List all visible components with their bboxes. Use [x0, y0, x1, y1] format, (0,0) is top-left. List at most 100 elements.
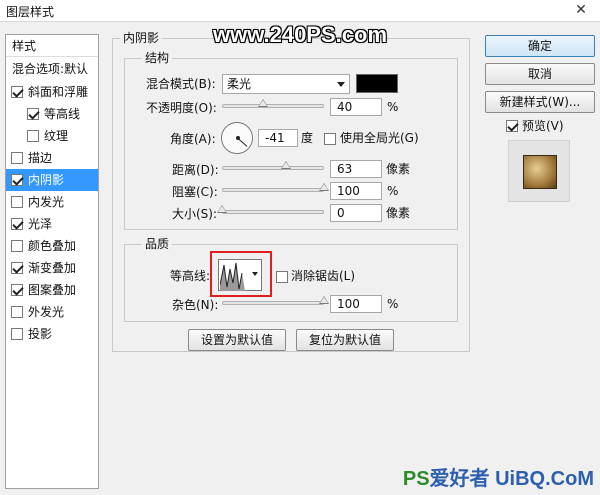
contour-checkbox[interactable]: [27, 108, 39, 120]
distance-field[interactable]: 63: [330, 160, 382, 178]
stroke-checkbox[interactable]: [11, 152, 23, 164]
contour-label: 等高线:: [170, 269, 211, 283]
watermark-ps: PS: [402, 468, 430, 490]
sidebar-item-color-overlay[interactable]: 颜色叠加: [6, 235, 98, 257]
sidebar-item-label: 纹理: [44, 129, 69, 143]
choke-label: 阻塞(C):: [172, 185, 218, 199]
sidebar-item-label: 颜色叠加: [28, 239, 77, 253]
choke-slider-thumb[interactable]: [319, 183, 329, 191]
blend-mode-label: 混合模式(B):: [146, 77, 216, 91]
satin-checkbox[interactable]: [11, 218, 23, 230]
antialias-checkbox[interactable]: [276, 271, 288, 283]
sidebar-item-inner-shadow[interactable]: 内阴影: [6, 169, 98, 191]
bevel-emboss-checkbox[interactable]: [11, 86, 23, 98]
sidebar-item-inner-glow[interactable]: 内发光: [6, 191, 98, 213]
sidebar-item-label: 斜面和浮雕: [28, 85, 89, 99]
sidebar-item-label: 内发光: [28, 195, 65, 209]
opacity-field[interactable]: 40: [330, 98, 382, 116]
noise-field[interactable]: 100: [330, 295, 382, 313]
contour-picker[interactable]: [218, 259, 262, 291]
pattern-overlay-checkbox[interactable]: [11, 284, 23, 296]
blend-mode-value: 柔光: [227, 77, 252, 91]
chevron-down-icon: [337, 82, 345, 87]
sidebar-item-label: 图案叠加: [28, 283, 77, 297]
style-list-header: 样式: [6, 35, 98, 57]
style-list: 样式 混合选项:默认 斜面和浮雕 等高线 纹理 描边 内阴影 内发光 光泽 颜色…: [5, 34, 99, 489]
reset-default-button[interactable]: 复位为默认值: [296, 329, 394, 351]
sidebar-item-outer-glow[interactable]: 外发光: [6, 301, 98, 323]
color-overlay-checkbox[interactable]: [11, 240, 23, 252]
opacity-unit: %: [387, 100, 399, 114]
noise-label: 杂色(N):: [172, 298, 219, 312]
sidebar-item-label: 描边: [28, 151, 53, 165]
sidebar-item-label: 投影: [28, 327, 53, 341]
noise-slider-track[interactable]: [222, 301, 324, 305]
sidebar-item-gradient-overlay[interactable]: 渐变叠加: [6, 257, 98, 279]
global-light-checkbox[interactable]: [324, 133, 336, 145]
size-unit: 像素: [386, 206, 411, 220]
angle-dial[interactable]: [221, 122, 253, 154]
title-bar: 图层样式 ✕: [0, 0, 600, 22]
size-slider-track[interactable]: [222, 210, 324, 214]
sidebar-item-bevel-emboss[interactable]: 斜面和浮雕: [6, 81, 98, 103]
inner-glow-checkbox[interactable]: [11, 196, 23, 208]
sidebar-item-contour[interactable]: 等高线: [6, 103, 98, 125]
preview-thumbnail: [523, 155, 557, 189]
sidebar-item-drop-shadow[interactable]: 投影: [6, 323, 98, 345]
sidebar-item-satin[interactable]: 光泽: [6, 213, 98, 235]
angle-unit: 度: [301, 131, 314, 145]
chevron-down-icon: [252, 272, 258, 276]
preview-label: 预览(V): [522, 119, 564, 133]
contour-curve-icon: [220, 262, 245, 291]
cancel-button[interactable]: 取消: [485, 63, 595, 85]
style-preview: [508, 140, 570, 202]
ok-button[interactable]: 确定: [485, 35, 595, 57]
size-field[interactable]: 0: [330, 204, 382, 222]
angle-field[interactable]: -41: [258, 129, 298, 147]
blend-options-item[interactable]: 混合选项:默认: [6, 58, 98, 80]
distance-slider-track[interactable]: [222, 166, 324, 170]
watermark-bottom: PS爱好者 UiBQ.CoM: [403, 462, 594, 491]
size-label: 大小(S):: [172, 207, 218, 221]
watermark-brand: UiBQ.CoM: [495, 468, 594, 490]
inner-shadow-checkbox[interactable]: [11, 174, 23, 186]
antialias-label: 消除锯齿(L): [291, 269, 356, 283]
opacity-label: 不透明度(O):: [146, 101, 217, 115]
sidebar-item-stroke[interactable]: 描边: [6, 147, 98, 169]
noise-unit: %: [387, 297, 399, 311]
opacity-slider-track[interactable]: [222, 104, 324, 108]
shadow-color-swatch[interactable]: [356, 74, 398, 93]
noise-slider-thumb[interactable]: [319, 296, 329, 304]
sidebar-item-label: 光泽: [28, 217, 53, 231]
preview-checkbox[interactable]: [506, 120, 518, 132]
set-default-button[interactable]: 设置为默认值: [188, 329, 286, 351]
sidebar-item-label: 等高线: [44, 107, 81, 121]
sidebar-item-label: 内阴影: [28, 173, 65, 187]
quality-title: 品质: [142, 237, 173, 251]
distance-unit: 像素: [386, 162, 411, 176]
texture-checkbox[interactable]: [27, 130, 39, 142]
drop-shadow-checkbox[interactable]: [11, 328, 23, 340]
sidebar-item-label: 渐变叠加: [28, 261, 77, 275]
sidebar-item-pattern-overlay[interactable]: 图案叠加: [6, 279, 98, 301]
sidebar-item-label: 外发光: [28, 305, 65, 319]
sidebar-item-texture[interactable]: 纹理: [6, 125, 98, 147]
distance-label: 距离(D):: [172, 163, 219, 177]
distance-slider-thumb[interactable]: [281, 161, 292, 169]
opacity-slider-thumb[interactable]: [257, 99, 268, 107]
watermark-rest: 爱好者: [429, 468, 490, 490]
new-style-button[interactable]: 新建样式(W)...: [485, 91, 595, 113]
angle-label: 角度(A):: [170, 132, 216, 146]
choke-slider-track[interactable]: [222, 188, 324, 192]
blend-mode-select[interactable]: 柔光: [222, 74, 350, 94]
choke-field[interactable]: 100: [330, 182, 382, 200]
window-title: 图层样式: [6, 5, 55, 19]
global-light-label: 使用全局光(G): [340, 131, 419, 145]
outer-glow-checkbox[interactable]: [11, 306, 23, 318]
angle-dial-center: [236, 136, 240, 140]
inner-shadow-title: 内阴影: [120, 31, 163, 45]
size-slider-thumb[interactable]: [217, 205, 227, 213]
gradient-overlay-checkbox[interactable]: [11, 262, 23, 274]
close-icon[interactable]: ✕: [572, 2, 590, 18]
structure-title: 结构: [142, 51, 173, 65]
